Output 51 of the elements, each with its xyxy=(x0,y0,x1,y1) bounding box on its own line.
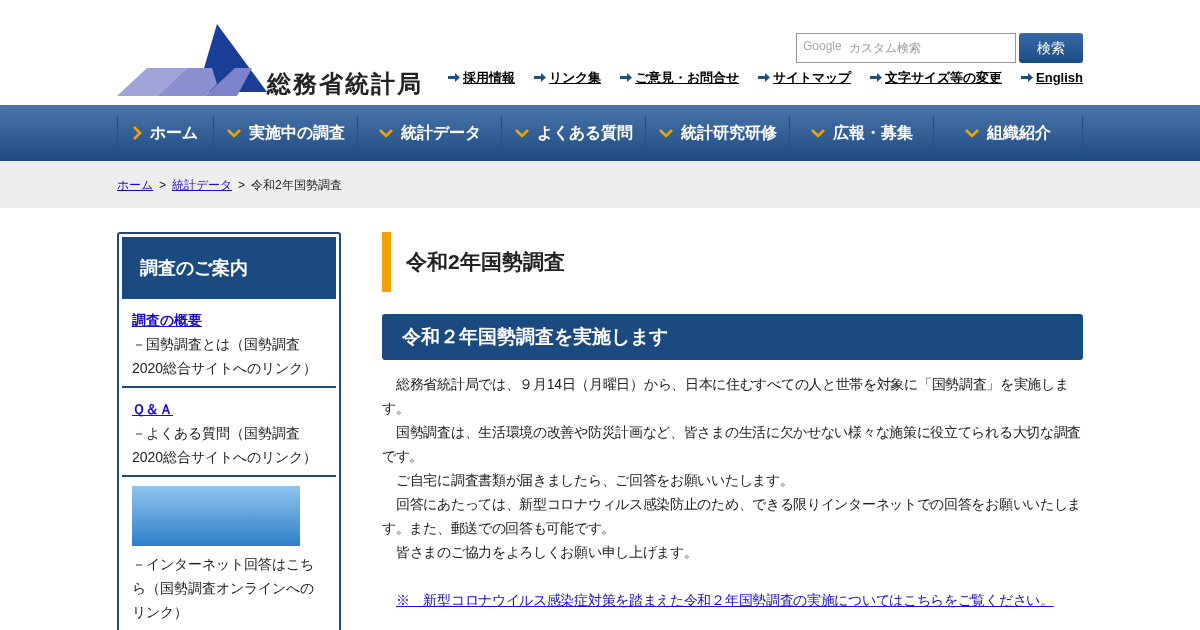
chevron-down-icon xyxy=(810,128,825,138)
sidebar-title: 調査のご案内 xyxy=(122,237,336,299)
arrow-right-icon xyxy=(620,72,633,84)
body-paragraph: 総務省統計局では、９月14日（月曜日）から、日本に住むすべての人と世帯を対象に「国勢調査」を実施します。 xyxy=(382,375,1070,418)
nav-item[interactable]: 統計研究研修 xyxy=(645,115,789,151)
nav-item[interactable]: 組織紹介 xyxy=(933,115,1083,151)
chevron-down-icon xyxy=(965,128,979,138)
nav-item[interactable]: 広報・募集 xyxy=(789,115,933,151)
sidebar-description: －国勢調査とは（国勢調査2020総合サイトへのリンク） xyxy=(132,335,319,378)
sidebar-link[interactable]: 調査の概要 xyxy=(132,308,326,332)
body-paragraph: ご自宅に調査書類が届きましたら、ご回答をお願いいたします。 xyxy=(395,471,795,490)
page-title: 令和2年国勢調査 xyxy=(405,249,565,276)
nav-item[interactable]: 統計データ xyxy=(357,115,501,151)
sidebar-link[interactable]: Ｑ＆Ａ xyxy=(132,397,326,421)
section-heading: 令和２年国勢調査を実施します xyxy=(382,314,1083,360)
chevron-down-icon xyxy=(658,128,673,138)
breadcrumb-current: 令和2年国勢調査 xyxy=(251,176,342,194)
arrow-right-icon xyxy=(534,72,547,84)
nav-item[interactable]: ホーム xyxy=(117,115,213,151)
breadcrumb-separator: > xyxy=(159,176,166,194)
sidebar-description: －インターネット回答はこちら（国勢調査オンラインへのリンク） xyxy=(132,555,315,622)
utility-link[interactable]: English xyxy=(1036,68,1083,88)
utility-link[interactable]: リンク集 xyxy=(549,68,602,88)
arrow-right-icon xyxy=(758,72,771,84)
breadcrumb-link[interactable]: ホーム xyxy=(117,175,153,194)
title-accent-bar xyxy=(382,232,391,292)
body-paragraph: 皆さまのご協力をよろしくお願い申し上げます。 xyxy=(395,543,699,562)
sidebar-description: －よくある質問（国勢調査2020総合サイトへのリンク） xyxy=(132,424,319,467)
body-paragraph: 国勢調査は、生活環境の改善や防災計画など、皆さまの生活に欠かせない様々な施策に役立てられる大切な調査です。 xyxy=(382,423,1082,466)
utility-link[interactable]: 文字サイズ等の変更 xyxy=(885,68,1003,88)
logo-mountain-icon xyxy=(117,24,267,96)
utility-link[interactable]: サイトマップ xyxy=(773,68,852,88)
google-logo: Google xyxy=(803,40,842,52)
notice-link[interactable]: ※ 新型コロナウイルス感染症対策を踏まえた令和２年国勢調査の実施についてはこちらをご覧ください。 xyxy=(396,592,1054,608)
body-paragraph: 回答にあたっては、新型コロナウィルス感染防止のため、できる限りインターネットでの回答をお願いいたします。また、郵送での回答も可能です。 xyxy=(382,495,1082,538)
utility-link[interactable]: 採用情報 xyxy=(463,68,516,88)
nav-item[interactable]: 実施中の調査 xyxy=(213,115,357,151)
utility-link[interactable]: ご意見・お問合せ xyxy=(635,68,740,88)
arrow-right-icon xyxy=(448,72,461,84)
search-button[interactable]: 検索 xyxy=(1019,33,1083,63)
banner-image-placeholder[interactable] xyxy=(132,486,300,546)
chevron-down-icon xyxy=(378,128,393,138)
nav-item[interactable]: よくある質問 xyxy=(501,115,645,151)
arrow-right-icon xyxy=(870,72,883,84)
site-name: 総務省統計局 xyxy=(267,72,423,96)
breadcrumb-link[interactable]: 統計データ xyxy=(172,175,232,194)
chevron-down-icon xyxy=(514,128,529,138)
breadcrumb-separator: > xyxy=(238,176,246,194)
chevron-down-icon xyxy=(226,128,241,138)
arrow-right-icon xyxy=(1021,72,1034,84)
chevron-right-icon xyxy=(133,126,142,140)
